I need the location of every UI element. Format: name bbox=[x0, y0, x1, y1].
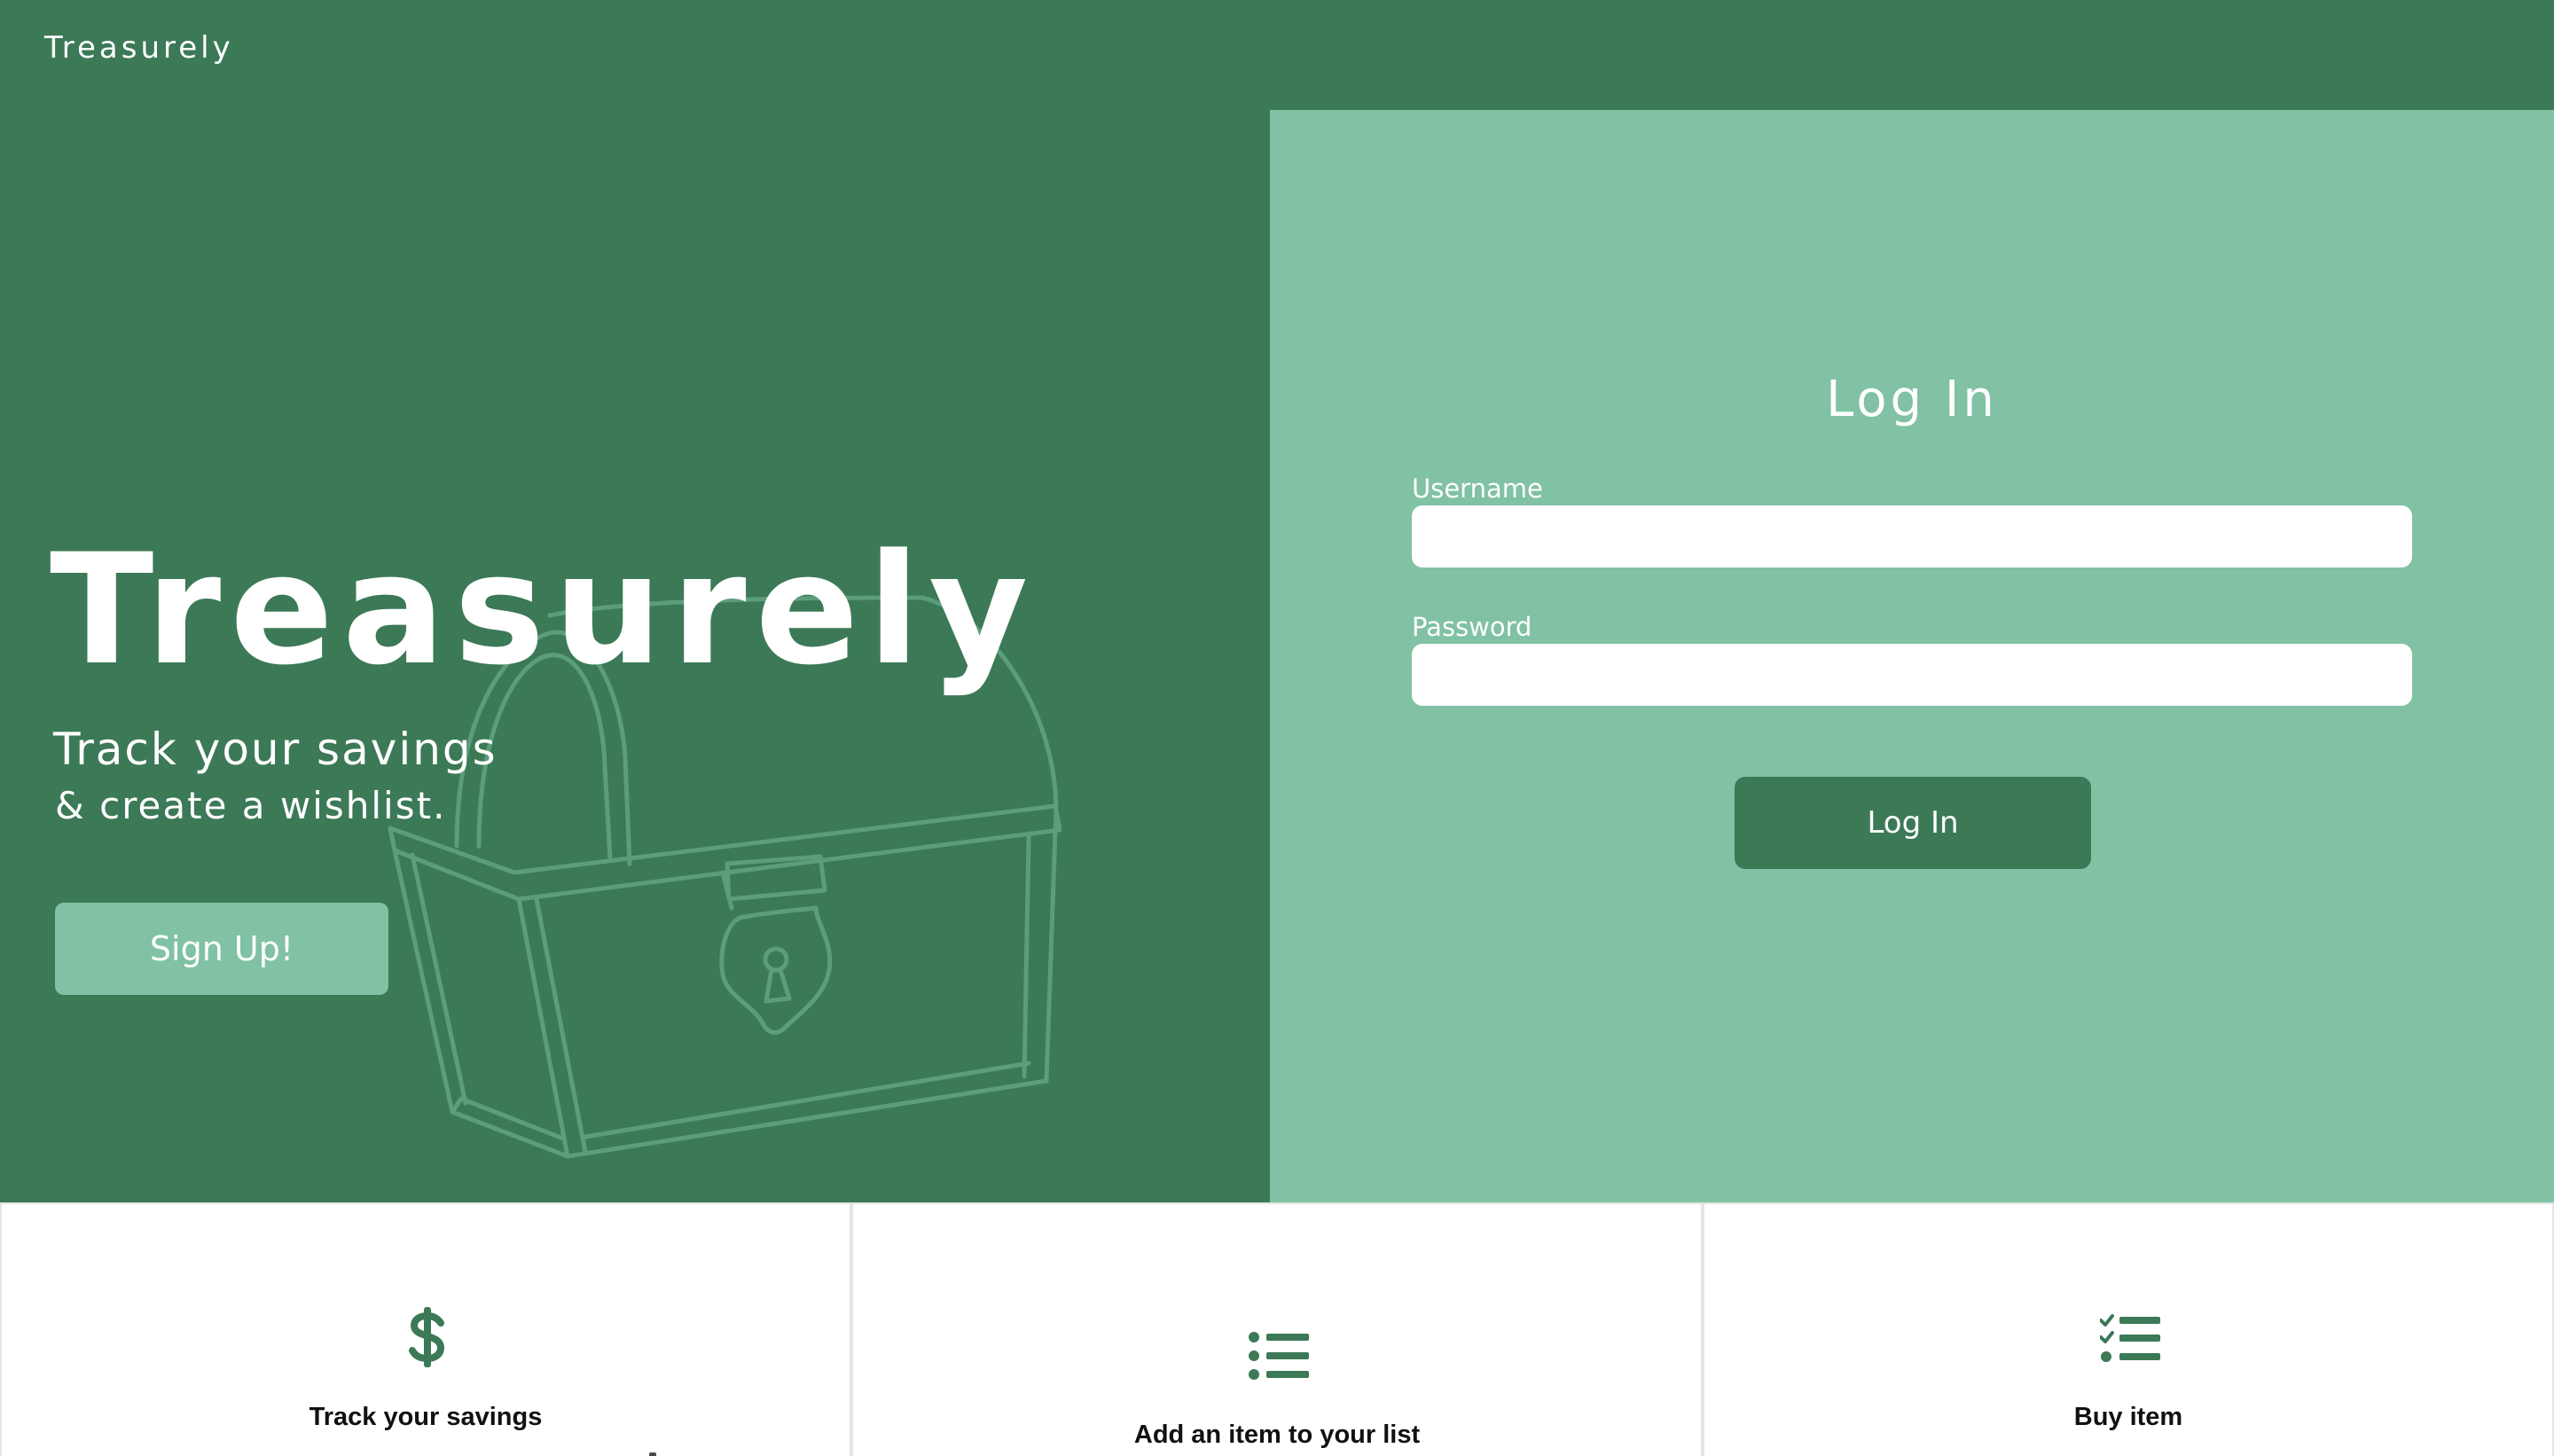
password-input[interactable] bbox=[1412, 644, 2412, 706]
checklist-icon bbox=[2100, 1314, 2160, 1362]
login-title: Log In bbox=[1826, 371, 1998, 428]
page: Treasurely Treasurely Track your savings… bbox=[0, 0, 2554, 1456]
nav-brand[interactable]: Treasurely bbox=[44, 30, 234, 66]
username-label: Username bbox=[1412, 474, 1543, 504]
top-nav: Treasurely bbox=[0, 0, 2554, 110]
feature-label-buy-item: Buy item bbox=[2073, 1403, 2183, 1431]
feature-card-buy-item: Buy item bbox=[1703, 1202, 2554, 1456]
feature-label-track-savings: Track your savings bbox=[309, 1403, 543, 1431]
feature-cards: Track your savings Add an item to your l… bbox=[0, 1202, 2554, 1456]
hero-section: Treasurely Track your savings & create a… bbox=[0, 110, 1270, 1202]
login-panel: Log In Username Password Log In bbox=[1270, 110, 2554, 1202]
signup-button[interactable]: Sign Up! bbox=[55, 903, 388, 995]
login-button[interactable]: Log In bbox=[1735, 777, 2091, 869]
feature-card-track-savings: Track your savings bbox=[0, 1202, 851, 1456]
feature-card-add-item: Add an item to your list bbox=[851, 1202, 1703, 1456]
dollar-icon bbox=[409, 1307, 445, 1367]
hero-subtitle-line2: & create a wishlist. bbox=[55, 784, 447, 827]
hero-title: Treasurely bbox=[50, 521, 1038, 699]
stray-mark bbox=[649, 1452, 656, 1456]
username-input[interactable] bbox=[1412, 505, 2412, 568]
feature-label-add-item: Add an item to your list bbox=[1133, 1421, 1421, 1449]
password-label: Password bbox=[1412, 612, 1532, 642]
list-icon bbox=[1249, 1332, 1309, 1380]
hero-subtitle-line1: Track your savings bbox=[53, 724, 497, 775]
